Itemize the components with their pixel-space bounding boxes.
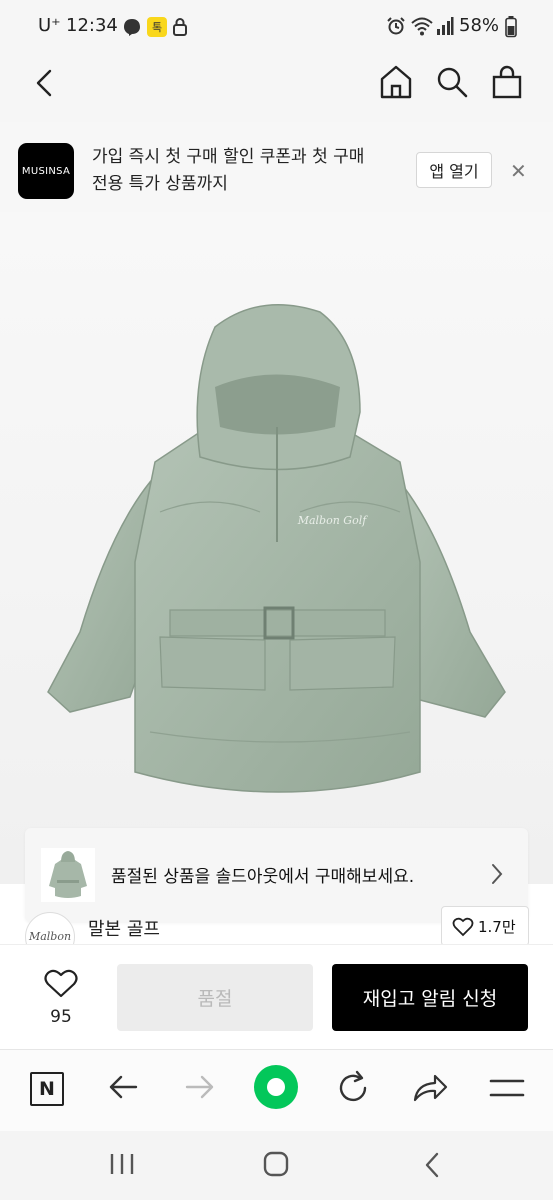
chest-logo: Malbon Golf: [297, 514, 369, 527]
svg-text:톡: 톡: [152, 21, 162, 34]
open-app-button[interactable]: 앱 열기: [416, 152, 492, 188]
battery-percent: 58%: [459, 15, 500, 36]
search-icon[interactable]: [435, 64, 469, 100]
share-icon[interactable]: [411, 1072, 449, 1104]
brand-logo[interactable]: Malbon: [25, 912, 75, 944]
purchase-action-bar: 95 품절 재입고 알림 신청: [0, 944, 553, 1050]
menu-icon[interactable]: [489, 1076, 525, 1100]
jacket-illustration: Malbon Golf: [47, 303, 506, 793]
soldout-message: 품절된 상품을 솔드아웃에서 구매해보세요.: [111, 867, 415, 887]
forward-arrow-icon[interactable]: [183, 1072, 217, 1102]
top-nav-header: [0, 54, 553, 123]
restock-alert-button[interactable]: 재입고 알림 신청: [332, 964, 528, 1031]
jacket-thumbnail-image: [49, 851, 87, 898]
carrier-label: U⁺: [38, 15, 61, 36]
green-home-icon[interactable]: [253, 1064, 299, 1110]
recents-icon[interactable]: [108, 1151, 136, 1177]
brand-name[interactable]: 말본 골프: [88, 915, 160, 941]
kakaotalk-icon: 톡: [147, 17, 167, 37]
signal-icon: [437, 17, 454, 35]
banner-message: 가입 즉시 첫 구매 할인 쿠폰과 첫 구매 전용 특가 상품까지: [92, 144, 397, 198]
back-arrow-icon[interactable]: [106, 1072, 140, 1102]
product-image[interactable]: Malbon Golf: [0, 212, 553, 884]
wifi-icon: [411, 17, 433, 36]
status-time: 12:34: [66, 15, 118, 36]
heart-outline-icon: [44, 969, 78, 998]
messenger-icon: [124, 19, 140, 36]
product-thumbnail: [41, 848, 95, 902]
brand-like-count: 1.7만: [478, 918, 516, 936]
app-install-banner: MUSINSA 가입 즉시 첫 구매 할인 쿠폰과 첫 구매 전용 특가 상품까…: [0, 122, 553, 212]
status-bar: U⁺ 12:34 톡 58%: [0, 0, 553, 54]
shopping-bag-icon[interactable]: [490, 64, 524, 100]
naver-n-icon[interactable]: N: [30, 1072, 64, 1106]
banner-message-line1: 가입 즉시 첫 구매 할인 쿠폰과 첫 구매: [92, 147, 365, 167]
alarm-icon: [387, 17, 405, 35]
home-icon[interactable]: [379, 64, 413, 100]
brand-row: Malbon 말본 골프 1.7만: [0, 904, 553, 944]
heart-outline-icon: [452, 917, 474, 937]
home-button-icon[interactable]: [262, 1150, 290, 1178]
browser-toolbar: N: [0, 1049, 553, 1132]
wishlist-count: 95: [50, 1007, 72, 1027]
lock-icon: [173, 18, 187, 36]
wishlist-button[interactable]: 95: [38, 969, 84, 1027]
close-banner-icon[interactable]: ✕: [510, 159, 527, 183]
chevron-right-icon: [492, 864, 503, 884]
system-navigation-bar: [0, 1131, 553, 1200]
back-chevron-icon[interactable]: [30, 68, 58, 98]
banner-message-line2: 전용 특가 상품까지: [92, 174, 228, 194]
refresh-icon[interactable]: [335, 1070, 371, 1106]
brand-like-button[interactable]: 1.7만: [441, 906, 529, 944]
battery-icon: [505, 16, 517, 38]
soldout-button: 품절: [117, 964, 313, 1031]
back-button-icon[interactable]: [420, 1151, 444, 1179]
musinsa-logo: MUSINSA: [18, 143, 74, 199]
